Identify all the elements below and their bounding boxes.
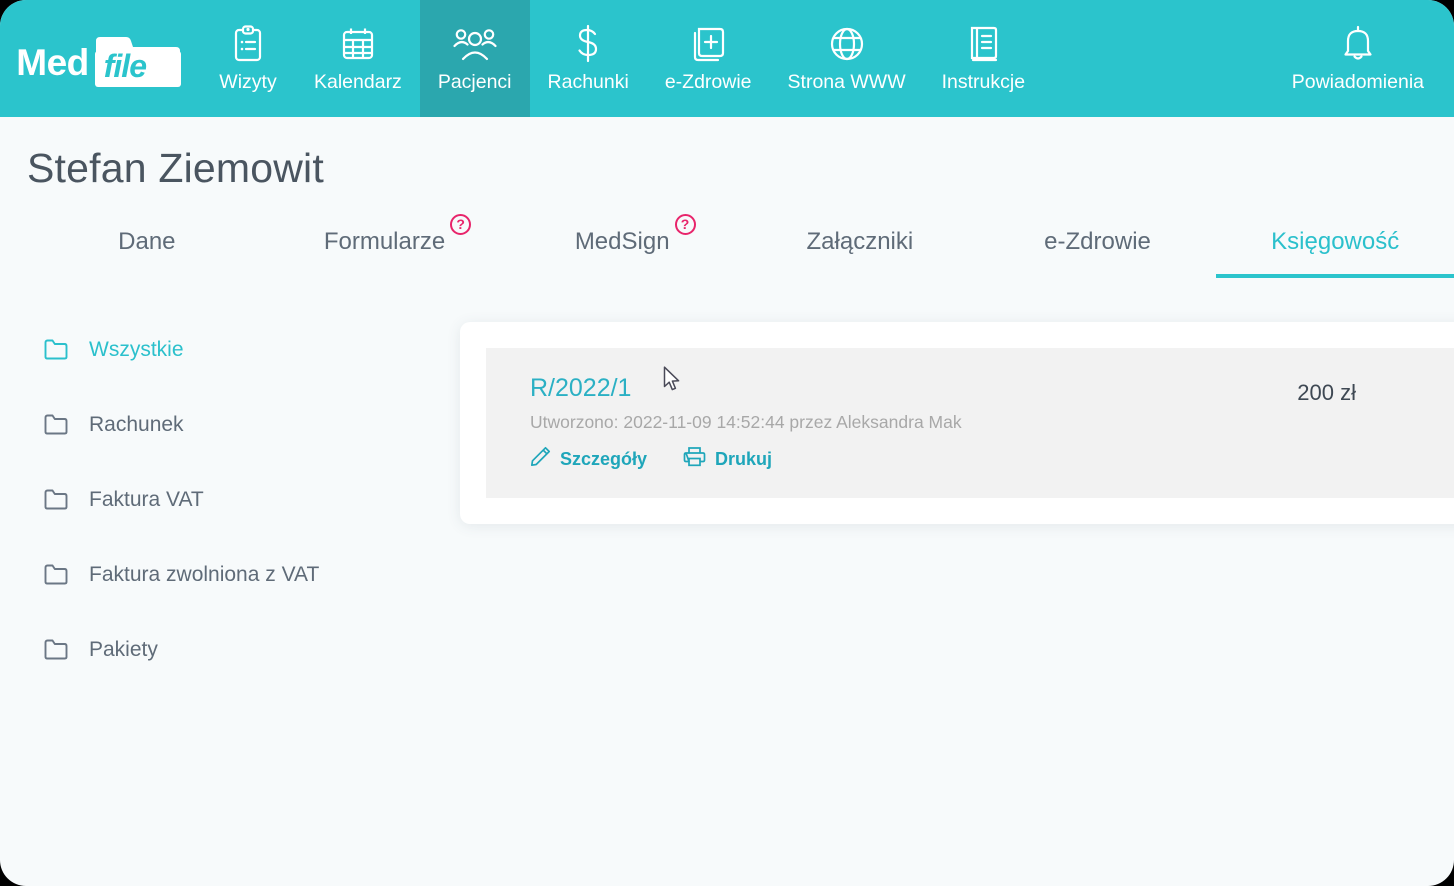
invoice-details: R/2022/1 Utworzono: 2022-11-09 14:52:44 … [530, 374, 1297, 472]
globe-icon [828, 24, 866, 64]
folder-icon [44, 489, 70, 510]
nav-items: Wizyty Kalendarz Pacjenci Rachunki e-Zdr… [200, 0, 1043, 117]
tab-dane[interactable]: Dane [28, 218, 266, 256]
tab-label-formularze: Formularze [323, 228, 446, 255]
folder-icon [44, 639, 70, 660]
folder-item-pakiety[interactable]: Pakiety [44, 612, 460, 687]
top-navigation-bar: Med file Wizyty Kalendarz Pacjenci Rachu… [0, 0, 1454, 117]
tab-ksiegowosc[interactable]: Księgowość [1216, 218, 1454, 278]
folder-item-wszystkie[interactable]: Wszystkie [44, 312, 460, 387]
tab-label-ksiegowosc: Księgowość [1271, 228, 1400, 255]
nav-item-wizyty[interactable]: Wizyty [200, 0, 296, 117]
folder-label-pakiety: Pakiety [89, 637, 158, 661]
tab-label-medsign: MedSign [574, 228, 670, 255]
nav-item-e-zdrowie[interactable]: e-Zdrowie [647, 0, 770, 117]
tab-label-e-zdrowie: e-Zdrowie [1044, 228, 1151, 255]
patient-tabs: Dane Formularze? MedSign? Załączniki e-Z… [0, 214, 1454, 290]
nav-item-kalendarz[interactable]: Kalendarz [296, 0, 420, 117]
invoice-amount: 200 zł [1297, 380, 1356, 405]
logo-folder-icon: file [92, 35, 184, 91]
folder-label-wszystkie: Wszystkie [89, 337, 184, 361]
help-icon-formularze[interactable]: ? [450, 214, 472, 235]
folder-icon [44, 414, 70, 435]
nav-label-e-zdrowie: e-Zdrowie [664, 70, 752, 93]
folder-label-faktura-zwolniona-z-vat: Faktura zwolniona z VAT [89, 562, 320, 586]
nav-label-kalendarz: Kalendarz [314, 70, 402, 93]
invoice-number[interactable]: R/2022/1 [530, 374, 1297, 403]
nav-label-powiadomienia: Powiadomienia [1291, 70, 1424, 93]
folder-item-rachunek[interactable]: Rachunek [44, 387, 460, 462]
invoice-list-card: R/2022/1 Utworzono: 2022-11-09 14:52:44 … [460, 322, 1454, 524]
nav-item-rachunki[interactable]: Rachunki [530, 0, 647, 117]
tab-label-dane: Dane [118, 228, 176, 255]
book-icon [965, 24, 1001, 64]
print-label: Drukuj [715, 448, 773, 469]
nav-label-strona-www: Strona WWW [787, 70, 906, 93]
clipboard-icon [231, 24, 265, 64]
medfile-logo[interactable]: Med file [0, 0, 200, 117]
nav-item-strona-www[interactable]: Strona WWW [770, 0, 924, 117]
tab-zalaczniki[interactable]: Załączniki [741, 218, 979, 256]
nav-label-wizyty: Wizyty [219, 70, 277, 93]
print-button[interactable]: Drukuj [683, 446, 772, 472]
medical-card-icon [689, 24, 727, 64]
nav-item-powiadomienia[interactable]: Powiadomienia [1274, 0, 1442, 117]
nav-label-instrukcje: Instrukcje [941, 70, 1026, 93]
folder-label-faktura-vat: Faktura VAT [89, 487, 204, 511]
folder-icon [44, 339, 70, 360]
folder-item-faktura-vat[interactable]: Faktura VAT [44, 462, 460, 537]
people-icon [453, 24, 497, 64]
bell-icon [1340, 24, 1376, 64]
page-title: Stefan Ziemowit [27, 145, 324, 191]
folder-icon [44, 564, 70, 585]
nav-item-pacjenci[interactable]: Pacjenci [419, 0, 530, 117]
help-icon-medsign[interactable]: ? [674, 214, 696, 235]
folder-label-rachunek: Rachunek [89, 412, 184, 436]
nav-item-instrukcje[interactable]: Instrukcje [924, 0, 1043, 117]
invoice-row[interactable]: R/2022/1 Utworzono: 2022-11-09 14:52:44 … [486, 348, 1454, 498]
tab-e-zdrowie[interactable]: e-Zdrowie [979, 218, 1217, 256]
logo-text-med: Med [16, 41, 89, 83]
invoice-created-info: Utworzono: 2022-11-09 14:52:44 przez Ale… [530, 412, 962, 432]
dollar-icon [573, 24, 603, 64]
tab-medsign[interactable]: MedSign? [503, 214, 741, 256]
tab-label-zalaczniki: Załączniki [806, 228, 914, 255]
pencil-icon [530, 446, 551, 472]
details-button[interactable]: Szczegóły [530, 446, 647, 472]
nav-label-rachunki: Rachunki [547, 70, 629, 93]
printer-icon [683, 446, 706, 472]
details-label: Szczegóły [560, 448, 648, 469]
tab-formularze[interactable]: Formularze? [266, 214, 504, 256]
app-window: Med file Wizyty Kalendarz Pacjenci Rachu… [0, 0, 1454, 886]
folder-item-faktura-zwolniona-z-vat[interactable]: Faktura zwolniona z VAT [44, 537, 460, 612]
invoice-actions: Szczegóły Drukuj [530, 446, 1297, 472]
nav-right: Powiadomienia [1274, 0, 1454, 117]
logo-text-file: file [103, 47, 147, 84]
nav-label-pacjenci: Pacjenci [437, 70, 512, 93]
folder-sidebar: Wszystkie Rachunek Faktura VAT Faktura z… [0, 312, 460, 687]
calendar-icon [340, 24, 376, 64]
